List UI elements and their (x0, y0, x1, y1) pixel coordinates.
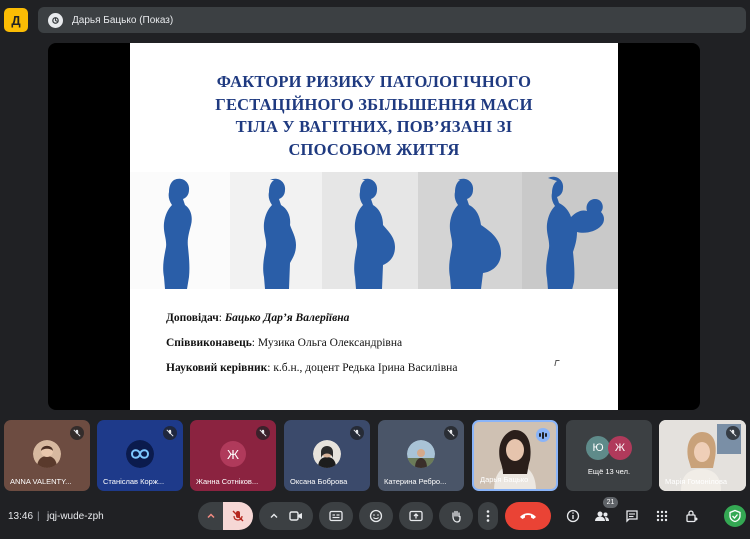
presentation-icon (48, 12, 63, 28)
co-name: Музика Ольга Олександрівна (257, 337, 403, 349)
slide-title-line: ФАКТОРИ РИЗИКУ ПАТОЛОГІЧНОГО (216, 72, 532, 91)
mic-off-icon (232, 510, 244, 522)
muted-mic-icon (350, 426, 364, 440)
meeting-details-button[interactable] (563, 506, 583, 526)
muted-mic-icon (256, 426, 270, 440)
hand-icon (452, 510, 461, 523)
chevron-up-icon (270, 513, 278, 518)
leave-call-button[interactable] (505, 502, 551, 530)
microphone-toggle-button[interactable] (223, 502, 253, 530)
speaker-name: Бацько Дар’я Валеріївна (224, 312, 350, 324)
slide-title-line: ГЕСТАЦІЙНОГО ЗБІЛЬШЕННЯ МАСИ (215, 94, 533, 114)
supervisor-label: Науковий керівник (166, 362, 268, 374)
chevron-up-icon (207, 513, 215, 519)
present-icon (409, 510, 423, 522)
silhouette-stage-1 (130, 172, 230, 289)
host-controls-button[interactable] (682, 506, 702, 526)
meet-logo-icon: Д (4, 8, 28, 32)
slide-title: ФАКТОРИ РИЗИКУ ПАТОЛОГІЧНОГО ГЕСТАЦІЙНОГ… (130, 71, 618, 161)
participant-tile-speaking[interactable]: Дарья Бацько (472, 420, 558, 491)
check-shield-icon (729, 509, 741, 523)
chat-button[interactable] (622, 506, 642, 526)
muted-mic-icon (444, 426, 458, 440)
emoji-icon (369, 509, 383, 523)
speaking-indicator-icon (536, 428, 550, 442)
participant-tile[interactable]: Катерина Ребро... (378, 420, 464, 491)
chat-icon (626, 510, 638, 523)
supervisor-name: к.б.н., доцент Редька Ірина Василівна (273, 362, 458, 374)
credit-speaker: Доповідач: Бацько Дар’я Валеріївна (166, 312, 350, 324)
presenter-label: Дарья Бацько (Показ) (72, 14, 174, 26)
raise-hand-button[interactable] (439, 502, 473, 530)
hang-up-icon (520, 513, 536, 519)
apps-grid-icon (656, 510, 668, 522)
silhouette-stage-4 (418, 172, 522, 289)
slide-credits: Доповідач: Бацько Дар’я Валеріївна Співв… (166, 312, 457, 387)
silhouette-mother-baby (522, 172, 618, 289)
avatar-letter: Ж (608, 436, 632, 460)
credit-co-author: Співвиконавець: Музика Ольга Олександрів… (166, 337, 403, 349)
more-participants-label: Ещё 13 чел. (587, 467, 631, 476)
present-screen-button[interactable] (399, 502, 433, 530)
people-button[interactable] (592, 506, 612, 526)
participant-tile[interactable]: Оксана Боброва (284, 420, 370, 491)
pregnancy-silhouettes (130, 172, 618, 289)
participant-name: Марія Гомонілова (665, 477, 728, 486)
presenter-banner[interactable]: Дарья Бацько (Показ) (38, 7, 746, 33)
participant-avatar (33, 440, 61, 468)
participant-name: Катерина Ребро... (384, 477, 447, 486)
info-icon (566, 509, 580, 523)
lock-person-icon (686, 510, 698, 523)
speaker-label: Доповідач (166, 312, 219, 324)
participant-name: Станіслав Корж... (103, 477, 165, 486)
audio-options-button[interactable] (198, 502, 224, 530)
participant-name: Оксана Боброва (290, 477, 348, 486)
participant-tile[interactable]: Станіслав Корж... (97, 420, 183, 491)
people-icon (595, 511, 609, 521)
credit-supervisor: Науковий керівник: к.б.н., доцент Редька… (166, 362, 458, 374)
slide-title-line: ТІЛА У ВАГІТНИХ, ПОВ’ЯЗАНІ ЗІ (235, 117, 513, 136)
avatar-letter: Ю (586, 436, 610, 460)
meeting-code[interactable]: jqj-wude-zph (47, 511, 104, 522)
footer-separator: | (37, 511, 40, 522)
participant-name: Дарья Бацько (480, 475, 529, 484)
muted-mic-icon (726, 426, 740, 440)
participant-avatar-letter: Ж (220, 441, 246, 467)
more-participants-avatars: Ю Ж (586, 436, 632, 460)
shared-slide: ФАКТОРИ РИЗИКУ ПАТОЛОГІЧНОГО ГЕСТАЦІЙНОГ… (130, 43, 618, 410)
captions-button[interactable] (319, 502, 353, 530)
camera-icon (289, 511, 302, 521)
logo-letter: Д (11, 12, 21, 28)
reactions-button[interactable] (359, 502, 393, 530)
participant-name: ANNA VALENTY... (10, 477, 72, 486)
participant-avatar (407, 440, 435, 468)
silhouette-stage-3 (322, 172, 418, 289)
muted-mic-icon (70, 426, 84, 440)
participant-name: Жанна Сотніков... (196, 477, 259, 486)
meet-window: Д Дарья Бацько (Показ) ФАКТОРИ РИЗИКУ ПА… (0, 0, 750, 539)
meeting-time: 13:46 (8, 511, 34, 522)
co-label: Співвиконавець (166, 337, 252, 349)
more-vert-icon (486, 510, 490, 522)
participant-avatar (126, 440, 154, 468)
participant-tile[interactable]: Марія Гомонілова (659, 420, 746, 491)
activities-button[interactable] (652, 506, 672, 526)
muted-mic-icon (163, 426, 177, 440)
camera-toggle-button[interactable] (259, 502, 313, 530)
companion-button[interactable] (724, 505, 746, 527)
participant-tile[interactable]: ANNA VALENTY... (4, 420, 90, 491)
slide-title-line: СПОСОБОМ ЖИТТЯ (288, 139, 460, 159)
more-participants-tile[interactable]: Ю Ж Ещё 13 чел. (566, 420, 652, 491)
silhouette-stage-2 (230, 172, 322, 289)
participant-tile[interactable]: Ж Жанна Сотніков... (190, 420, 276, 491)
more-options-button[interactable] (478, 502, 498, 530)
captions-icon (329, 510, 343, 522)
participant-avatar (313, 440, 341, 468)
